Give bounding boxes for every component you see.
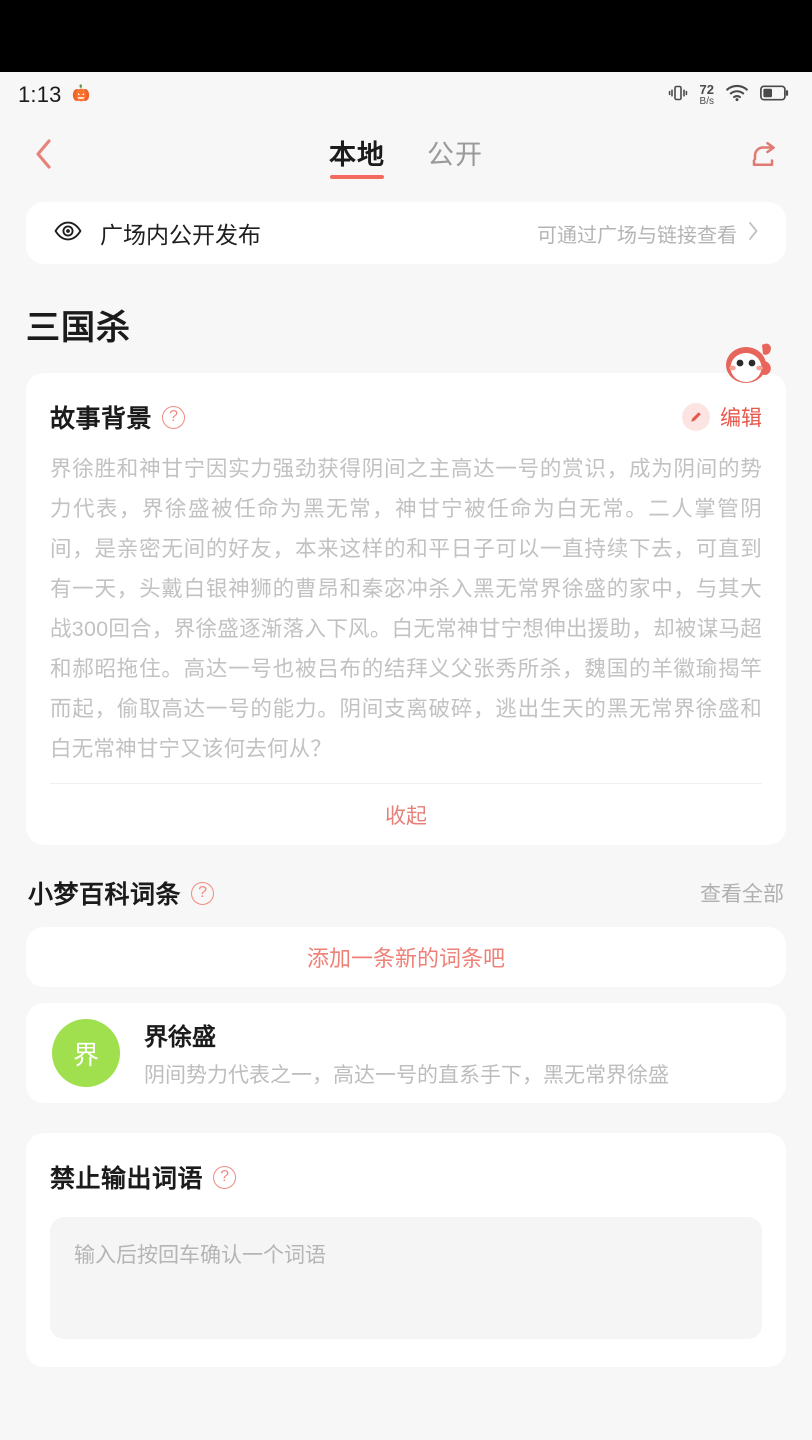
status-bar: 1:13 72 B/s — [0, 72, 812, 118]
edit-label: 编辑 — [720, 407, 762, 430]
entry-description: 阴间势力代表之一，高达一号的直系手下，黑无常界徐盛 — [144, 1064, 669, 1087]
status-bar-right: 72 B/s — [667, 82, 790, 109]
share-icon — [748, 139, 780, 174]
list-item[interactable]: 界 界徐盛 阴间势力代表之一，高达一号的直系手下，黑无常界徐盛 — [26, 1003, 786, 1103]
forbidden-words-input[interactable]: 输入后按回车确认一个词语 — [50, 1217, 762, 1339]
forbidden-header: 禁止输出词语 ? — [50, 1159, 762, 1195]
entry-text: 界徐盛 阴间势力代表之一，高达一号的直系手下，黑无常界徐盛 — [144, 1017, 669, 1089]
view-all-button[interactable]: 查看全部 — [700, 878, 784, 908]
phone-screen: 1:13 72 B/s 本地 公开 广场内公开发布 可通过广场与链接查看 三国杀… — [0, 0, 812, 1440]
forbidden-words-placeholder: 输入后按回车确认一个词语 — [74, 1244, 326, 1267]
nav-bar: 本地 公开 — [0, 118, 812, 194]
tab-local[interactable]: 本地 — [329, 133, 385, 179]
network-speed-value: 72 — [699, 82, 714, 97]
notch-bar — [0, 0, 812, 72]
back-button[interactable] — [22, 134, 66, 178]
chevron-right-icon — [746, 220, 760, 247]
tab-bar: 本地 公开 — [0, 133, 812, 179]
eye-icon — [54, 221, 82, 246]
pumpkin-emoji-icon — [71, 83, 91, 107]
edit-story-button[interactable]: 编辑 — [682, 402, 762, 432]
story-body-text: 界徐胜和神甘宁因实力强劲获得阴间之主高达一号的赏识，成为阴间的势力代表，界徐盛被… — [50, 457, 762, 761]
encyclopedia-title: 小梦百科词条 — [28, 881, 182, 909]
tab-public[interactable]: 公开 — [427, 133, 483, 179]
visibility-label: 广场内公开发布 — [100, 222, 261, 248]
pencil-icon — [682, 403, 710, 431]
collapse-label: 收起 — [385, 804, 427, 828]
share-button[interactable] — [742, 134, 786, 178]
entry-name: 界徐盛 — [144, 1024, 216, 1051]
add-entry-label: 添加一条新的词条吧 — [306, 946, 505, 971]
story-title: 故事背景 — [50, 405, 153, 433]
status-bar-left: 1:13 — [18, 82, 91, 108]
battery-icon — [760, 84, 790, 107]
status-time: 1:13 — [18, 82, 62, 107]
forbidden-words-card: 禁止输出词语 ? 输入后按回车确认一个词语 — [26, 1133, 786, 1367]
add-entry-button[interactable]: 添加一条新的词条吧 — [26, 927, 786, 987]
visibility-left: 广场内公开发布 — [54, 216, 261, 250]
page-content: 广场内公开发布 可通过广场与链接查看 三国杀 故事背景 ? 编辑 界徐胜和神甘宁… — [0, 194, 812, 1440]
mascot-icon — [718, 339, 774, 385]
question-mark-icon[interactable]: ? — [213, 1165, 237, 1189]
collapse-story-button[interactable]: 收起 — [50, 783, 762, 845]
page-title: 三国杀 — [26, 309, 131, 347]
avatar: 界 — [52, 1019, 120, 1087]
network-speed-indicator: 72 B/s — [700, 83, 714, 107]
visibility-row[interactable]: 广场内公开发布 可通过广场与链接查看 — [26, 202, 786, 264]
visibility-hint: 可通过广场与链接查看 — [537, 224, 737, 247]
vibrate-icon — [667, 82, 689, 109]
mascot-container — [26, 343, 786, 383]
wifi-icon — [725, 83, 749, 108]
network-speed-unit: B/s — [699, 96, 714, 107]
chevron-left-icon — [31, 137, 57, 176]
encyclopedia-header: 小梦百科词条 ? 查看全部 — [26, 875, 786, 911]
story-header: 故事背景 ? 编辑 — [50, 399, 762, 435]
question-mark-icon[interactable]: ? — [191, 881, 215, 905]
visibility-right: 可通过广场与链接查看 — [537, 219, 760, 248]
story-background-card: 故事背景 ? 编辑 界徐胜和神甘宁因实力强劲获得阴间之主高达一号的赏识，成为阴间… — [26, 373, 786, 845]
question-mark-icon[interactable]: ? — [162, 405, 186, 429]
forbidden-title: 禁止输出词语 — [50, 1165, 204, 1193]
